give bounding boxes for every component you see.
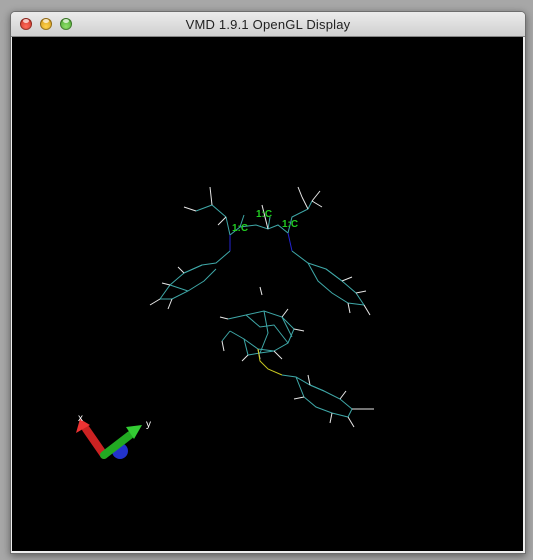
orientation-axes: x y [76,413,151,459]
opengl-viewport[interactable]: 1:C 1:C 1:C x y [12,37,523,551]
cluster-bonds [221,310,295,356]
nitrogen-bonds [229,232,293,252]
atom-label: 1:C [256,209,272,220]
atom-label: 1:C [282,219,298,230]
atom-label: 1:C [232,223,248,234]
left-ring [159,250,231,300]
window-title: VMD 1.9.1 OpenGL Display [185,17,351,32]
title-bar[interactable]: VMD 1.9.1 OpenGL Display [11,12,525,37]
molecule-scene[interactable]: 1:C 1:C 1:C x y [12,37,523,551]
axis-x [82,425,108,459]
axis-y-label: y [146,419,151,430]
molecule [149,186,374,428]
axis-x-label: x [78,413,83,424]
lower-ring [281,374,353,418]
vmd-display-window: VMD 1.9.1 OpenGL Display 1:C 1:C 1:C x y [10,11,526,554]
right-ring [291,250,366,306]
